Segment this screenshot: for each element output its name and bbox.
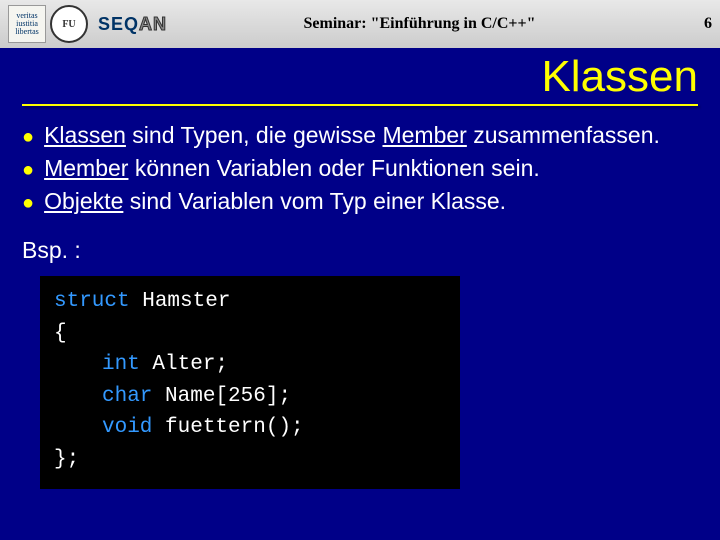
code-line: void fuettern(); <box>54 412 446 444</box>
bullet-item: ● Member können Variablen oder Funktione… <box>22 153 698 184</box>
code-block: struct Hamster { int Alter; char Name[25… <box>40 276 460 489</box>
code-line: int Alter; <box>54 349 446 381</box>
bullet-item: ● Objekte sind Variablen vom Typ einer K… <box>22 186 698 217</box>
header-bar: veritas iustitia libertas FU SEQAN Semin… <box>0 0 720 48</box>
bullet-icon: ● <box>22 190 34 217</box>
bullet-text: Member können Variablen oder Funktionen … <box>44 153 698 184</box>
code-line: struct Hamster <box>54 286 446 318</box>
example-label: Bsp. : <box>22 235 698 266</box>
bullet-text: Objekte sind Variablen vom Typ einer Kla… <box>44 186 698 217</box>
page-number: 6 <box>672 15 712 33</box>
bullet-item: ● Klassen sind Typen, die gewisse Member… <box>22 120 698 151</box>
seqan-logo: SEQAN <box>98 14 167 35</box>
seminar-title: Seminar: "Einführung in C/C++" <box>167 15 672 33</box>
content-area: ● Klassen sind Typen, die gewisse Member… <box>0 120 720 489</box>
logo-group: veritas iustitia libertas FU SEQAN <box>0 0 167 48</box>
seqan-logo-an: AN <box>139 14 167 34</box>
code-line: }; <box>54 444 446 476</box>
code-line: char Name[256]; <box>54 381 446 413</box>
seqan-logo-seq: SEQ <box>98 14 139 34</box>
title-underline <box>22 104 698 106</box>
bullet-icon: ● <box>22 157 34 184</box>
code-line: { <box>54 318 446 350</box>
bullet-icon: ● <box>22 124 34 151</box>
university-seal-logo: veritas iustitia libertas <box>8 5 46 43</box>
bullet-text: Klassen sind Typen, die gewisse Member z… <box>44 120 698 151</box>
fu-logo: FU <box>50 5 88 43</box>
slide-title: Klassen <box>0 48 720 102</box>
